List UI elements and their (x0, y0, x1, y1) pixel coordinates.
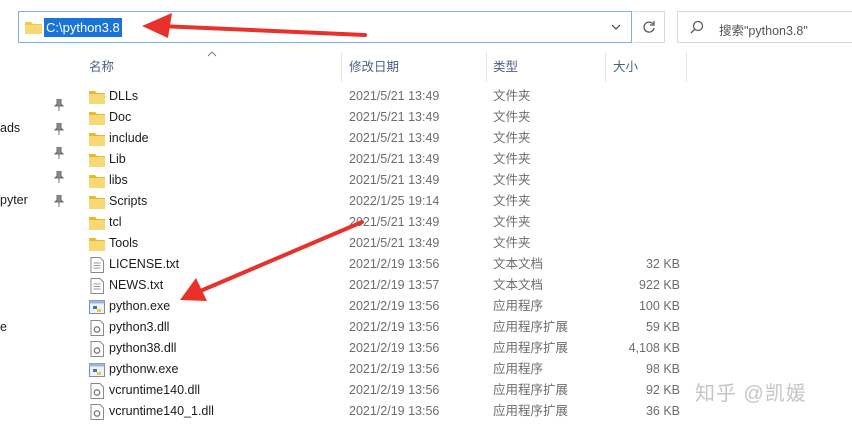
arrow-icon (180, 220, 364, 301)
annotation-overlay (142, 13, 367, 301)
arrow-icon (142, 13, 367, 38)
watermark: 知乎 @凯媛 (695, 383, 807, 405)
